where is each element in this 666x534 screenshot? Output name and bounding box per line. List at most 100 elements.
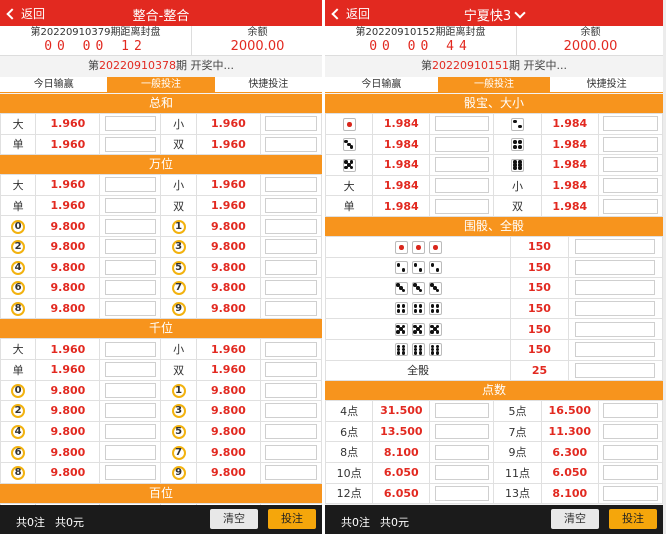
- bet-amount-input[interactable]: [265, 362, 317, 378]
- bet-amount-input[interactable]: [603, 157, 658, 173]
- bet-amount-input[interactable]: [434, 198, 490, 214]
- bet-amount-input[interactable]: [434, 424, 490, 440]
- bet-amount-input[interactable]: [265, 218, 317, 234]
- tab-0[interactable]: 今日输赢: [0, 77, 107, 92]
- bet-amount-input[interactable]: [603, 178, 658, 194]
- bet-amount-input[interactable]: [575, 239, 656, 255]
- bet-amount-input[interactable]: [603, 403, 658, 419]
- bet-amount-input[interactable]: [434, 178, 490, 194]
- table-row: 150: [325, 256, 663, 279]
- bet-amount-input[interactable]: [104, 280, 157, 296]
- bet-amount-input[interactable]: [265, 280, 317, 296]
- bet-amount-input[interactable]: [603, 465, 658, 481]
- page-title[interactable]: 宁夏快3: [464, 9, 511, 24]
- bet-amount-input[interactable]: [104, 362, 157, 378]
- back-button[interactable]: 返回: [331, 6, 370, 21]
- bet-list[interactable]: 骰宝、大小 1.984 1.984 1.984 1.984 1.984 1.984 大 1.98…: [325, 94, 663, 505]
- die-5-icon: [394, 322, 408, 336]
- bet-amount-input[interactable]: [104, 424, 157, 440]
- odds-value: 16.500: [540, 400, 599, 422]
- bet-amount-input[interactable]: [265, 198, 317, 214]
- bet-label: 5点: [493, 400, 542, 422]
- ball-number-icon: 8: [11, 466, 26, 481]
- table-row: 4 9.800 5 9.800: [0, 420, 322, 443]
- bet-amount-input[interactable]: [265, 341, 317, 357]
- bet-amount-input[interactable]: [104, 116, 157, 132]
- bet-tabs: 今日输赢 一般投注 快捷投注: [325, 77, 663, 93]
- bet-amount-input[interactable]: [434, 465, 490, 481]
- bet-amount-input[interactable]: [265, 465, 317, 481]
- bet-amount-input[interactable]: [575, 259, 656, 275]
- tab-1[interactable]: 一般投注: [107, 77, 215, 92]
- odds-value: 1.960: [35, 113, 101, 135]
- bet-tabs: 今日输赢 一般投注 快捷投注: [0, 77, 322, 93]
- bet-amount-input[interactable]: [265, 424, 317, 440]
- bet-amount-input[interactable]: [603, 444, 658, 460]
- tab-0[interactable]: 今日输赢: [325, 77, 438, 92]
- bet-amount-input[interactable]: [265, 116, 317, 132]
- bet-amount-input[interactable]: [265, 301, 317, 317]
- chevron-down-icon[interactable]: [514, 7, 526, 19]
- submit-bet-button[interactable]: 投注: [609, 509, 657, 529]
- tab-2[interactable]: 快捷投注: [550, 77, 663, 92]
- bet-amount-input[interactable]: [265, 403, 317, 419]
- bet-amount-input[interactable]: [104, 239, 157, 255]
- bet-amount-input[interactable]: [104, 259, 157, 275]
- back-button[interactable]: 返回: [6, 6, 45, 21]
- bet-amount-input[interactable]: [434, 116, 490, 132]
- bet-amount-input[interactable]: [104, 444, 157, 460]
- bet-label: 7点: [493, 420, 542, 443]
- draw-info: 第20220910152期距离封盘 00 00 44 余额 2000.00: [325, 26, 663, 56]
- bet-amount-input[interactable]: [603, 424, 658, 440]
- table-row: 单 1.960 双 1.960: [0, 194, 322, 217]
- bet-amount-input[interactable]: [575, 342, 656, 358]
- odds-value: 150: [510, 277, 569, 299]
- odds-value: 1.984: [540, 154, 599, 176]
- bet-amount-input[interactable]: [104, 403, 157, 419]
- bet-table: 4点 31.500 5点 16.500 6点 13.500 7点 11.300 8点 8.100 9…: [325, 400, 663, 505]
- bet-amount-input[interactable]: [575, 321, 656, 337]
- bet-amount-input[interactable]: [265, 239, 317, 255]
- bet-amount-input[interactable]: [575, 301, 656, 317]
- bet-amount-input[interactable]: [575, 280, 656, 296]
- table-row: 单 1.960 双 1.960: [0, 358, 322, 381]
- bet-amount-input[interactable]: [603, 116, 658, 132]
- bet-amount-input[interactable]: [434, 444, 490, 460]
- odds-value: 13.500: [372, 420, 431, 443]
- bet-amount-input[interactable]: [603, 485, 658, 501]
- bet-list[interactable]: 总和大 1.960 小 1.960 单 1.960 双 1.960 万位大 1.960 小 1.960…: [0, 94, 322, 505]
- bet-amount-input[interactable]: [603, 136, 658, 152]
- bet-amount-input[interactable]: [434, 136, 490, 152]
- bet-amount-input[interactable]: [434, 403, 490, 419]
- bet-amount-input[interactable]: [104, 198, 157, 214]
- bet-amount-input[interactable]: [265, 177, 317, 193]
- bet-amount-input[interactable]: [265, 259, 317, 275]
- bet-amount-input[interactable]: [265, 382, 317, 398]
- odds-value: 9.800: [195, 215, 261, 237]
- bet-amount-input[interactable]: [265, 444, 317, 460]
- bet-label: 双: [160, 358, 197, 381]
- bet-label: 单: [0, 358, 37, 381]
- bet-amount-input[interactable]: [104, 341, 157, 357]
- tab-1[interactable]: 一般投注: [437, 77, 551, 92]
- submit-bet-button[interactable]: 投注: [268, 509, 316, 529]
- clear-button[interactable]: 清空: [551, 509, 599, 529]
- odds-value: 9.800: [35, 235, 101, 258]
- bet-amount-input[interactable]: [104, 301, 157, 317]
- die-5-icon: [428, 322, 442, 336]
- bet-amount-input[interactable]: [104, 136, 157, 152]
- bet-amount-input[interactable]: [575, 362, 656, 378]
- bet-amount-input[interactable]: [434, 485, 490, 501]
- bet-amount-input[interactable]: [104, 218, 157, 234]
- bet-amount-input[interactable]: [104, 177, 157, 193]
- draw-info: 第20220910379期距离封盘 00 00 12 余额 2000.00: [0, 26, 322, 56]
- bet-amount-input[interactable]: [434, 157, 490, 173]
- tab-2[interactable]: 快捷投注: [215, 77, 322, 92]
- bet-amount-input[interactable]: [104, 382, 157, 398]
- die-1-icon: [411, 240, 425, 254]
- bet-amount-input[interactable]: [265, 136, 317, 152]
- bet-amount-input[interactable]: [603, 198, 658, 214]
- bet-amount-input[interactable]: [104, 465, 157, 481]
- table-row: 全骰 25: [325, 359, 663, 382]
- clear-button[interactable]: 清空: [210, 509, 258, 529]
